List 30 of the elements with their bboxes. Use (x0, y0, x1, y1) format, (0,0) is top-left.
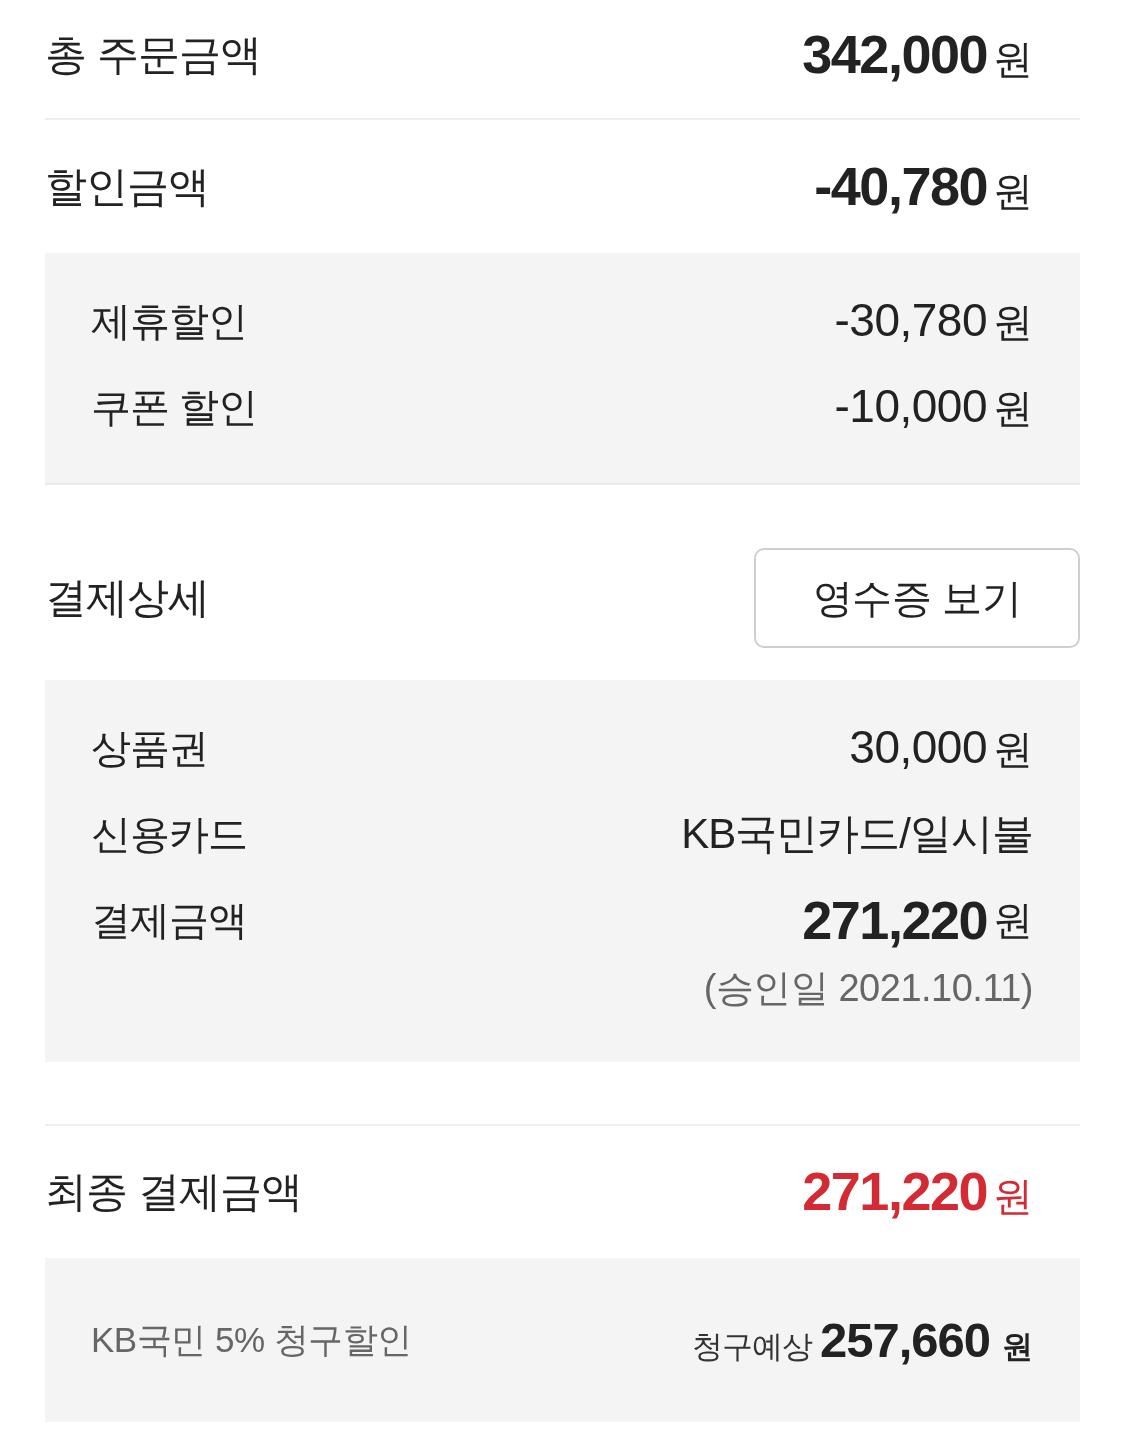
currency-unit: 원 (993, 1173, 1033, 1220)
currency-unit: 원 (993, 298, 1033, 346)
amount-value: 30,000 (849, 719, 987, 774)
amount-value: -40,780 (814, 154, 987, 217)
row-label: 결제금액 (91, 897, 247, 944)
amount-value: -30,780 (834, 292, 987, 347)
currency-unit: 원 (1002, 1328, 1033, 1366)
amount-value: 271,220 (802, 889, 987, 951)
section-title: 결제상세 (45, 573, 209, 623)
amount-value: 342,000 (802, 23, 987, 85)
row-label: 상품권 (91, 724, 208, 772)
amount-value: 271,220 (802, 1160, 987, 1222)
estimate-amount: 257,660 (819, 1312, 990, 1368)
row-label: 쿠폰 할인 (91, 383, 258, 431)
currency-unit: 원 (993, 725, 1033, 773)
currency-unit: 원 (993, 896, 1033, 944)
row-label: 할인금액 (45, 161, 209, 212)
currency-unit: 원 (993, 167, 1033, 215)
row-label: 총 주문금액 (45, 30, 261, 80)
row-label: 제휴할인 (91, 297, 247, 345)
currency-unit: 원 (993, 36, 1033, 83)
amount-value: -10,000 (834, 378, 987, 433)
row-label: 최종 결제금액 (45, 1167, 302, 1217)
row-label: 신용카드 (91, 810, 247, 858)
currency-unit: 원 (993, 384, 1033, 432)
card-discount-label: KB국민 5% 청구할인 (91, 1318, 412, 1361)
estimate-label: 청구예상 (691, 1328, 812, 1366)
payment-method-text: KB국민카드/일시불 (681, 809, 1033, 859)
approval-date-text: (승인일 2021.10.11) (703, 966, 1033, 1011)
receipt-button[interactable]: 영수증 보기 (754, 548, 1080, 648)
